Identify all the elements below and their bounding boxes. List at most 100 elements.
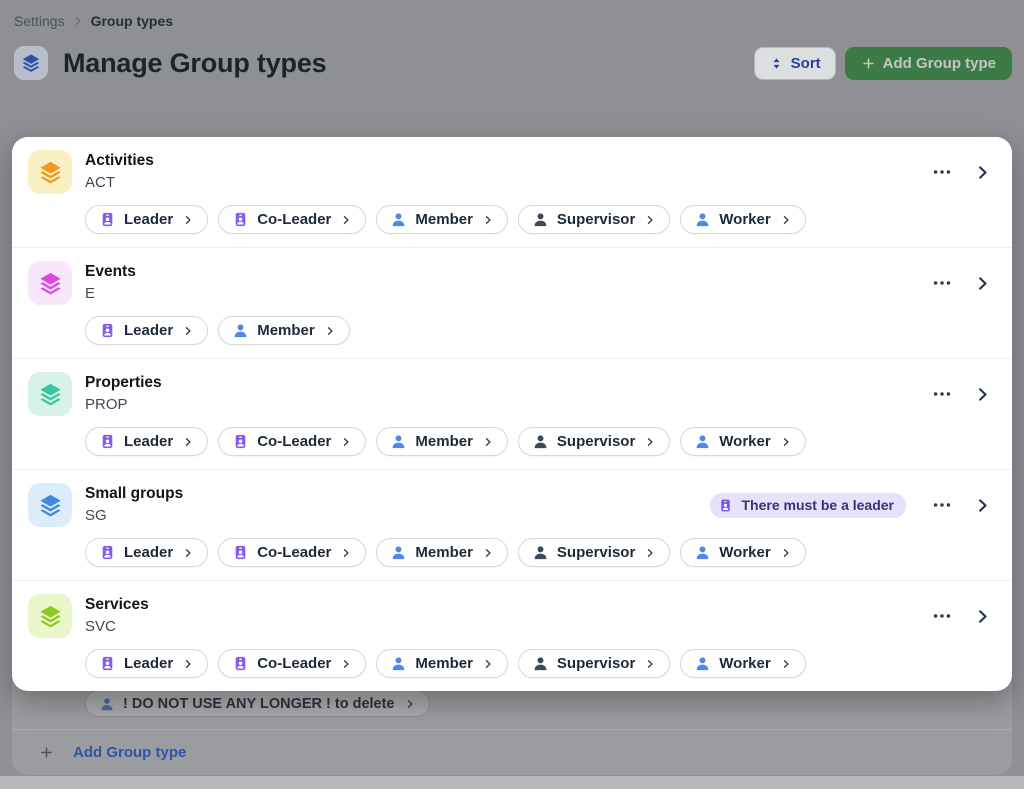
group-types-card: Activities ACT Leader Co-Leader Member <box>12 137 1012 691</box>
role-chip-worker[interactable]: Worker <box>680 205 805 234</box>
open-group-type-chevron[interactable] <box>973 607 992 626</box>
leader-required-label: There must be a leader <box>741 497 894 513</box>
role-chip-label: Worker <box>719 211 770 228</box>
id-badge-icon <box>99 433 116 450</box>
chevron-right-icon <box>644 658 656 670</box>
role-chip-member[interactable]: Member <box>376 538 508 567</box>
sort-button[interactable]: Sort <box>754 47 836 80</box>
group-type-code: SG <box>85 506 710 526</box>
chevron-right-icon <box>482 214 494 226</box>
role-chip-member[interactable]: Member <box>376 427 508 456</box>
person-icon <box>390 544 407 561</box>
person-icon <box>532 655 549 672</box>
chevron-right-icon <box>780 214 792 226</box>
page-header: Settings Group types Manage Group types … <box>0 0 1024 80</box>
person-icon <box>532 433 549 450</box>
add-group-type-footer-label: Add Group type <box>73 744 186 761</box>
person-icon <box>390 211 407 228</box>
leader-required-badge: There must be a leader <box>710 493 906 518</box>
role-chip-co-leader[interactable]: Co-Leader <box>218 205 366 234</box>
open-group-type-chevron[interactable] <box>973 163 992 182</box>
title-row: Manage Group types Sort Add Group type <box>14 46 1012 80</box>
person-icon <box>532 544 549 561</box>
breadcrumb-settings[interactable]: Settings <box>14 13 65 29</box>
header-actions: Sort Add Group type <box>754 47 1012 80</box>
group-type-titles: Services SVC <box>85 595 931 637</box>
person-icon <box>232 322 249 339</box>
role-chip-co-leader[interactable]: Co-Leader <box>218 538 366 567</box>
page-background-strip <box>0 776 1024 789</box>
role-chip-worker[interactable]: Worker <box>680 649 805 678</box>
person-icon <box>99 696 115 712</box>
id-badge-icon <box>718 498 733 513</box>
person-icon <box>694 544 711 561</box>
group-type-name: Activities <box>85 151 931 172</box>
add-group-type-footer-link[interactable]: Add Group type <box>12 730 1012 775</box>
role-chip-label: Member <box>415 544 473 561</box>
chevron-right-icon <box>644 214 656 226</box>
group-type-name: Small groups <box>85 484 710 505</box>
role-chip-label: Worker <box>719 433 770 450</box>
chevron-right-icon <box>324 325 336 337</box>
more-options-button[interactable] <box>931 272 953 294</box>
layers-icon <box>28 372 72 416</box>
more-options-button[interactable] <box>931 383 953 405</box>
person-icon <box>390 655 407 672</box>
role-chip-supervisor[interactable]: Supervisor <box>518 649 670 678</box>
group-chip-do-not-use[interactable]: ! DO NOT USE ANY LONGER ! to delete <box>85 690 430 717</box>
chevron-right-icon <box>340 658 352 670</box>
role-chip-label: Leader <box>124 433 173 450</box>
chevron-right-icon <box>780 547 792 559</box>
open-group-type-chevron[interactable] <box>973 496 992 515</box>
role-chip-label: Co-Leader <box>257 433 331 450</box>
id-badge-icon <box>99 655 116 672</box>
role-chip-label: Leader <box>124 655 173 672</box>
id-badge-icon <box>99 322 116 339</box>
more-options-button[interactable] <box>931 161 953 183</box>
role-chip-member[interactable]: Member <box>376 649 508 678</box>
page: Settings Group types Manage Group types … <box>0 0 1024 789</box>
role-chip-worker[interactable]: Worker <box>680 538 805 567</box>
plus-icon <box>39 745 54 760</box>
more-options-button[interactable] <box>931 605 953 627</box>
role-chip-member[interactable]: Member <box>376 205 508 234</box>
layers-icon <box>28 594 72 638</box>
id-badge-icon <box>232 433 249 450</box>
role-chip-leader[interactable]: Leader <box>85 538 208 567</box>
chevron-right-icon <box>482 547 494 559</box>
role-chip-co-leader[interactable]: Co-Leader <box>218 427 366 456</box>
role-chip-label: Worker <box>719 655 770 672</box>
id-badge-icon <box>232 211 249 228</box>
role-chip-co-leader[interactable]: Co-Leader <box>218 649 366 678</box>
open-group-type-chevron[interactable] <box>973 274 992 293</box>
role-chip-leader[interactable]: Leader <box>85 316 208 345</box>
role-chip-supervisor[interactable]: Supervisor <box>518 538 670 567</box>
group-type-name: Properties <box>85 373 931 394</box>
chevron-right-icon <box>482 658 494 670</box>
role-chip-label: Worker <box>719 544 770 561</box>
role-chip-leader[interactable]: Leader <box>85 427 208 456</box>
chevron-right-icon <box>644 547 656 559</box>
group-type-row-events: Events E Leader Member <box>12 248 1012 359</box>
role-chip-label: Leader <box>124 544 173 561</box>
add-group-type-label: Add Group type <box>883 55 996 72</box>
role-chip-leader[interactable]: Leader <box>85 205 208 234</box>
chevron-right-icon <box>644 436 656 448</box>
chevron-right-icon <box>780 436 792 448</box>
role-chip-leader[interactable]: Leader <box>85 649 208 678</box>
role-chip-worker[interactable]: Worker <box>680 427 805 456</box>
open-group-type-chevron[interactable] <box>973 385 992 404</box>
role-chip-label: Member <box>415 655 473 672</box>
role-chip-label: Leader <box>124 211 173 228</box>
more-options-button[interactable] <box>931 494 953 516</box>
layers-icon <box>28 261 72 305</box>
chevron-right-icon <box>182 325 194 337</box>
id-badge-icon <box>232 544 249 561</box>
add-group-type-button[interactable]: Add Group type <box>845 47 1012 80</box>
role-chip-label: Supervisor <box>557 433 635 450</box>
role-chip-supervisor[interactable]: Supervisor <box>518 205 670 234</box>
group-type-titles: Events E <box>85 262 931 304</box>
role-chip-supervisor[interactable]: Supervisor <box>518 427 670 456</box>
role-chip-member[interactable]: Member <box>218 316 350 345</box>
breadcrumb-group-types: Group types <box>91 13 173 29</box>
